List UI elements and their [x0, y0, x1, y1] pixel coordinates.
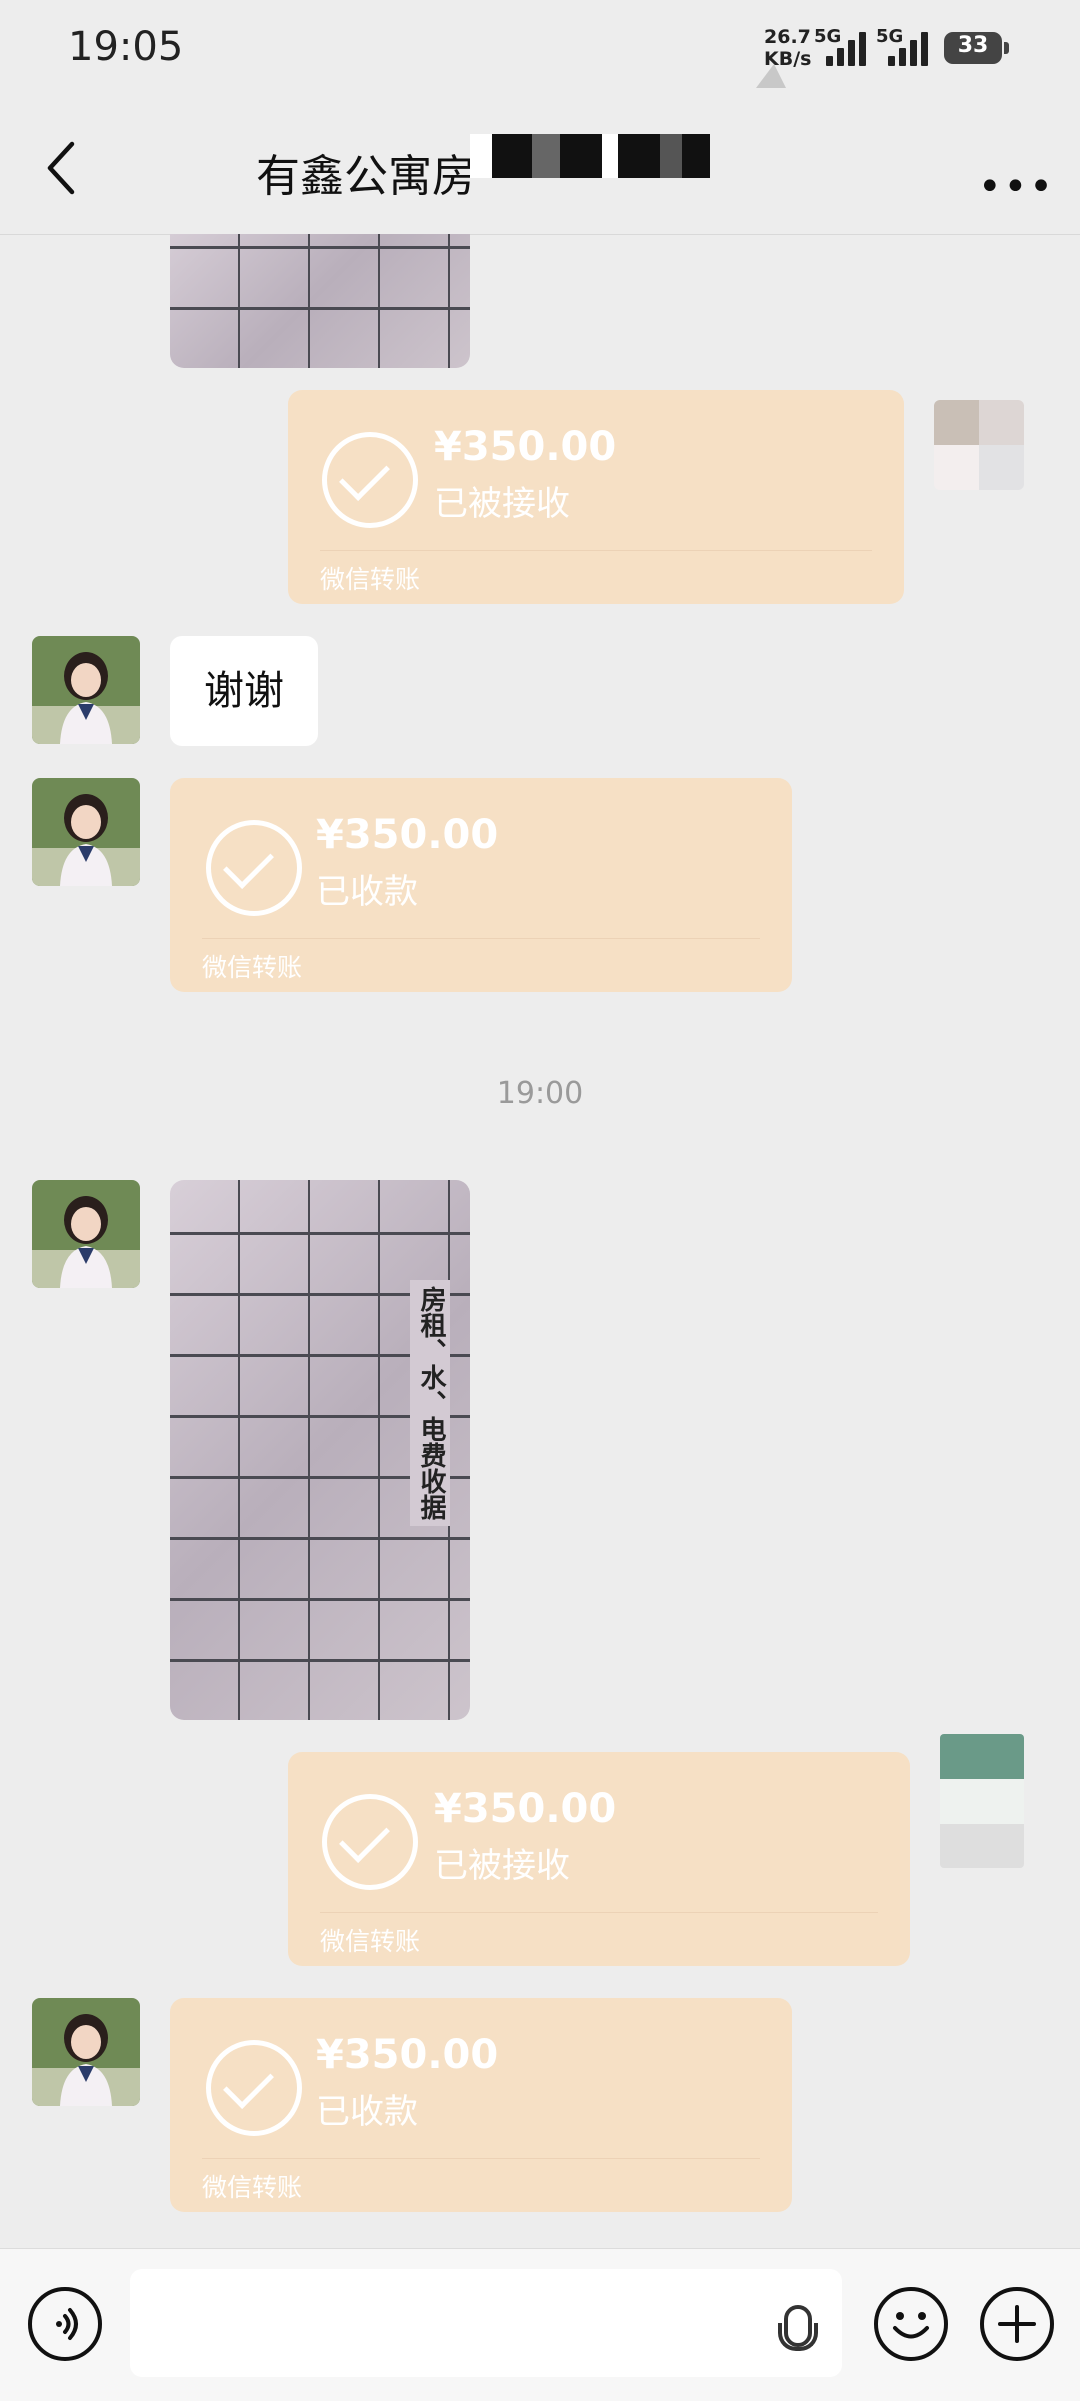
- check-circle-icon: [322, 432, 418, 528]
- receipt-image[interactable]: 房租、水、电费收据: [170, 1180, 470, 1720]
- transfer-status: 已被接收: [434, 1846, 570, 1886]
- contact-avatar-image: [32, 1998, 140, 2106]
- battery-level: 33: [957, 33, 989, 58]
- status-time: 19:05: [68, 24, 184, 70]
- transfer-status: 已收款: [316, 2092, 418, 2132]
- chevron-left-icon[interactable]: [42, 138, 82, 198]
- transfer-card[interactable]: ¥350.00 已被接收 微信转账: [288, 1752, 910, 1966]
- signal-icon-2: [888, 30, 936, 66]
- transfer-label: 微信转账: [202, 2173, 303, 2202]
- microphone-icon[interactable]: [778, 2305, 818, 2351]
- transfer-status: 已被接收: [434, 484, 570, 524]
- transfer-amount: ¥350.00: [316, 812, 499, 858]
- contact-avatar-image: [32, 636, 140, 744]
- transfer-status: 已收款: [316, 872, 418, 912]
- plus-icon[interactable]: [980, 2287, 1054, 2361]
- my-avatar[interactable]: [934, 400, 1024, 490]
- chat-header: 有鑫公寓房 •••: [0, 100, 1080, 235]
- contact-avatar[interactable]: [32, 778, 140, 886]
- voice-icon[interactable]: [28, 2287, 102, 2361]
- battery-icon: 33: [944, 32, 1009, 64]
- status-bar: 19:05 26.7 KB/s 5G 5G 33: [0, 0, 1080, 100]
- emoji-icon[interactable]: [874, 2287, 948, 2361]
- transfer-card[interactable]: ¥350.00 已收款 微信转账: [170, 1998, 792, 2212]
- network-speed-unit: KB/s: [764, 48, 812, 70]
- divider: [202, 2158, 760, 2159]
- transfer-card[interactable]: ¥350.00 已收款 微信转账: [170, 778, 792, 992]
- transfer-amount: ¥350.00: [316, 2032, 499, 2078]
- my-avatar[interactable]: [940, 1734, 1024, 1868]
- divider: [202, 938, 760, 939]
- transfer-card[interactable]: ¥350.00 已被接收 微信转账: [288, 390, 904, 604]
- chat-area[interactable]: ¥350.00 已被接收 微信转账 谢谢 ¥350.00 已收款 微信转账 19…: [0, 234, 1080, 2248]
- signal-icon: [826, 30, 874, 66]
- time-divider: 19:00: [496, 1076, 584, 1111]
- contact-avatar[interactable]: [32, 1180, 140, 1288]
- input-bar: [0, 2248, 1080, 2401]
- redaction-mask: [470, 134, 710, 178]
- transfer-amount: ¥350.00: [434, 424, 617, 470]
- contact-avatar-image: [32, 1180, 140, 1288]
- transfer-amount: ¥350.00: [434, 1786, 617, 1832]
- network-speed: 26.7 KB/s: [764, 26, 811, 70]
- transfer-label: 微信转账: [320, 1927, 421, 1956]
- check-circle-icon: [206, 2040, 302, 2136]
- transfer-label: 微信转账: [202, 953, 303, 982]
- contact-avatar[interactable]: [32, 1998, 140, 2106]
- check-circle-icon: [322, 1794, 418, 1890]
- message-bubble[interactable]: 谢谢: [170, 636, 318, 746]
- receipt-heading: 房租、水、电费收据: [410, 1280, 450, 1526]
- divider: [320, 1912, 878, 1913]
- receipt-image[interactable]: [170, 234, 470, 368]
- more-icon[interactable]: •••: [978, 164, 1055, 210]
- network-speed-value: 26.7: [764, 26, 811, 48]
- check-circle-icon: [206, 820, 302, 916]
- chat-title: 有鑫公寓房: [256, 151, 476, 202]
- transfer-label: 微信转账: [320, 565, 421, 594]
- divider: [320, 550, 872, 551]
- message-input[interactable]: [130, 2269, 842, 2377]
- contact-avatar[interactable]: [32, 636, 140, 744]
- contact-avatar-image: [32, 778, 140, 886]
